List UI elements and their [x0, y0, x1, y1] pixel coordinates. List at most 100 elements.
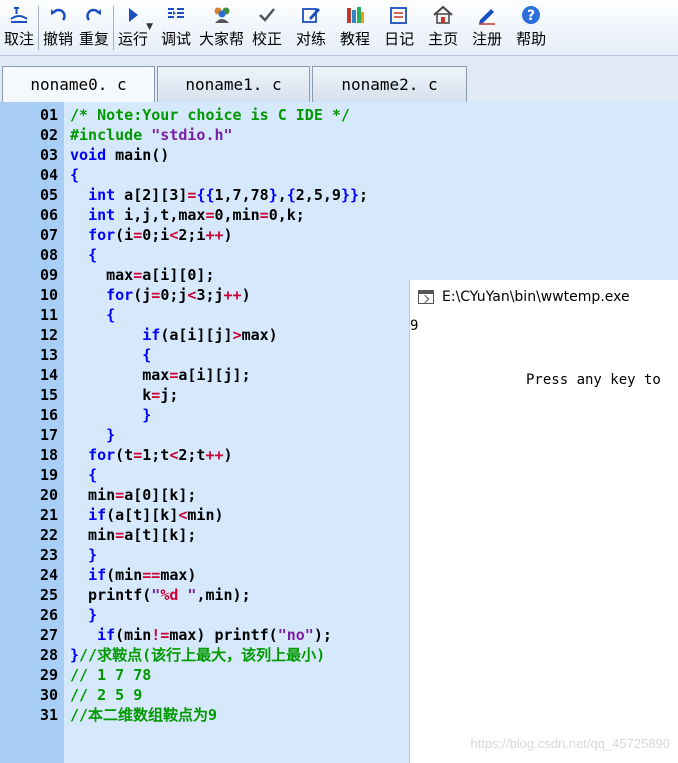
line-number: 25 [39, 586, 58, 604]
run-button[interactable]: 运行 [118, 0, 148, 56]
line-number: 18 [39, 446, 58, 464]
code-line: } [88, 606, 98, 624]
code-line: if(a[t][k]<min) [88, 506, 224, 524]
line-number: 17 [39, 426, 58, 444]
code-line: if(min!=max) printf("no"); [97, 626, 332, 644]
code-line: void main() [70, 146, 170, 164]
code-line: #include "stdio.h" [70, 126, 233, 144]
code-line: for(t=1;t<2;t++) [88, 446, 233, 464]
books-icon [347, 7, 365, 23]
code-line: if(min==max) [88, 566, 197, 584]
console-window[interactable]: E:\CYuYan\bin\wwtemp.exe 9 Press any key… [409, 280, 678, 763]
help-button[interactable]: ? 帮助 [516, 0, 546, 56]
diary-label: 日记 [384, 30, 415, 48]
help-icon: ? [522, 6, 541, 24]
tab-noname1[interactable]: noname1. c [157, 66, 310, 102]
line-number: 02 [39, 126, 58, 144]
tutorial-label: 教程 [340, 30, 371, 48]
code-line: int a[2][3]={{1,7,78},{2,5,9}}; [88, 186, 369, 204]
run-dropdown-icon[interactable]: ▼ [146, 22, 153, 32]
line-number: 05 [39, 186, 58, 204]
redo-icon [86, 8, 102, 21]
code-line: for(j=0;j<3;j++) [106, 286, 251, 304]
console-output: 9 [410, 318, 419, 334]
line-number: 28 [39, 646, 58, 664]
practice-label: 对练 [296, 30, 327, 48]
help-label: 帮助 [516, 30, 547, 48]
line-number: 27 [39, 626, 58, 644]
tab-label: noname0. c [30, 75, 127, 94]
code-line: { [88, 246, 98, 264]
revoke-label: 撤销 [43, 30, 74, 48]
practice-button[interactable]: 对练 [296, 0, 326, 56]
code-line: if(a[i][j]>max) [142, 326, 278, 344]
debug-icon [167, 8, 184, 18]
people-icon [214, 7, 229, 23]
console-title: E:\CYuYan\bin\wwtemp.exe [442, 289, 630, 305]
toolbar-separator [113, 6, 115, 50]
toolbar: 取注 撤销 重复 运行 ▼ 调试 大家帮 校正 对练 教程 日记 主页 注册 ?… [0, 0, 678, 56]
toolbar-separator [38, 6, 40, 50]
home-label: 主页 [428, 30, 459, 48]
undo-edit-icon [10, 7, 28, 23]
undo-edit-button[interactable]: 取注 [4, 0, 34, 56]
register-label: 注册 [472, 30, 503, 48]
line-number: 21 [39, 506, 58, 524]
check-button[interactable]: 校正 [252, 0, 282, 56]
console-title-bar[interactable]: E:\CYuYan\bin\wwtemp.exe [410, 280, 678, 314]
debug-button[interactable]: 调试 [161, 0, 191, 56]
tab-noname0[interactable]: noname0. c [2, 66, 155, 102]
home-icon [433, 5, 453, 24]
redo-button[interactable]: 重复 [79, 0, 109, 56]
code-line: /* Note:Your choice is C IDE */ [70, 106, 350, 124]
line-number: 24 [39, 566, 58, 584]
svg-text:?: ? [527, 8, 535, 24]
code-line: min=a[0][k]; [70, 486, 197, 504]
notebook-icon [390, 7, 407, 24]
redo-label: 重复 [79, 30, 110, 48]
line-number: 10 [39, 286, 58, 304]
help-community-button[interactable]: 大家帮 [199, 0, 244, 56]
pen-icon [479, 9, 496, 25]
check-label: 校正 [252, 30, 283, 48]
code-line: //本二维数组鞍点为9 [70, 706, 218, 724]
code-line: { [142, 346, 152, 364]
code-line: min=a[t][k]; [70, 526, 197, 544]
debug-label: 调试 [160, 30, 191, 48]
line-number: 23 [39, 546, 58, 564]
console-prompt: Press any key to [526, 372, 661, 388]
watermark: https://blog.csdn.net/qq_45725890 [470, 736, 671, 751]
register-button[interactable]: 注册 [472, 0, 502, 56]
line-number: 19 [39, 466, 58, 484]
line-number: 16 [39, 406, 58, 424]
line-number: 14 [39, 366, 58, 384]
code-line: // 2 5 9 [70, 686, 143, 704]
code-line: max=a[i][0]; [70, 266, 215, 284]
home-button[interactable]: 主页 [428, 0, 458, 56]
code-line: }//求鞍点(该行上最大，该列上最小) [70, 646, 326, 664]
line-number: 12 [39, 326, 58, 344]
line-number: 07 [39, 226, 58, 244]
line-number: 31 [39, 706, 58, 724]
code-line: { [70, 166, 80, 184]
play-icon [129, 8, 139, 22]
undo-edit-label: 取注 [4, 30, 35, 48]
line-number: 08 [39, 246, 58, 264]
line-number: 13 [39, 346, 58, 364]
line-number: 22 [39, 526, 58, 544]
line-number: 03 [39, 146, 58, 164]
help-community-label: 大家帮 [199, 30, 245, 48]
code-line: k=j; [70, 386, 179, 404]
revoke-button[interactable]: 撤销 [43, 0, 73, 56]
line-number: 04 [39, 166, 58, 184]
edit-icon [302, 8, 321, 23]
tab-noname2[interactable]: noname2. c [312, 66, 467, 102]
line-number: 01 [39, 106, 58, 124]
line-number-gutter: 01 02 03 04 05 06 07 08 09 10 11 12 13 14 15 16 17 18 19 20… [0, 102, 64, 763]
code-line: } [88, 546, 98, 564]
line-number: 09 [39, 266, 58, 284]
code-line: { [106, 306, 116, 324]
line-number: 15 [39, 386, 58, 404]
tutorial-button[interactable]: 教程 [340, 0, 370, 56]
diary-button[interactable]: 日记 [384, 0, 414, 56]
